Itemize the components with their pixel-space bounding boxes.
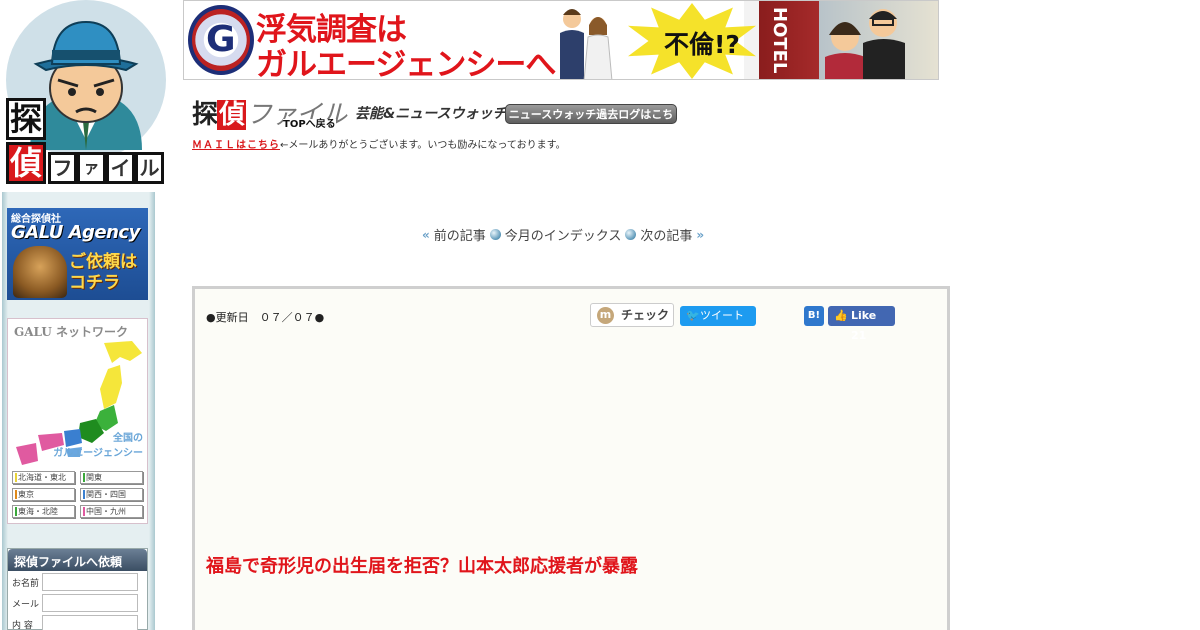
month-index-link[interactable]: 今月のインデックス [505,225,622,244]
tweet-label: ツイート [700,309,744,322]
mail-label: メール [12,600,40,610]
mail-line: ＭＡＩＬはこちら←メールありがとうございます。いつも励みになっております。 [192,136,566,151]
region-link-kanto[interactable]: 関東 [80,471,143,484]
double-chevron-right-icon: » [696,227,705,242]
logo-char-2: 偵 [6,142,46,184]
prev-article-link[interactable]: 前の記事 [434,225,486,244]
region-link-tokyo[interactable]: 東京 [12,488,75,501]
region-link-chugoku-kyushu[interactable]: 中国・九州 [80,505,143,518]
mail-note: ←メールありがとうございます。いつも励みになっております。 [280,140,566,151]
check-label: チェック [621,308,670,322]
double-chevron-left-icon: « [422,227,430,242]
site-title-part-1: 探 [192,100,218,130]
network-caption-line1: 全国の [113,433,143,444]
logo-kana-1: フ [48,152,77,184]
suspects-illustration-icon [825,9,905,79]
logo-kana-3: イ [106,152,135,184]
hotel-sign: HOTEL [769,7,790,74]
name-input[interactable] [42,573,138,591]
ad-banner[interactable]: G 浮気調査は ガルエージェンシーへ 不倫!? HOTEL [183,0,939,80]
article-headline: 福島で奇形児の出生届を拒否？山本太郎応援者が暴露 [206,556,638,577]
orb-icon [625,229,637,240]
network-caption: 全国の ガルエージェンシー [53,431,143,461]
network-title: GALU ネットワーク [14,325,128,339]
request-form: 探偵ファイルへ依頼 お名前 メール 内 容 [7,548,148,630]
network-caption-line2: ガルエージェンシー [53,448,143,459]
couple-illustration-icon [560,9,613,79]
top-back-link[interactable]: TOPへ戻る [283,119,336,131]
tweet-button[interactable]: 🐦 ツイート [680,306,756,326]
galu-agency-banner[interactable]: 総合探偵社 GALU Agency ご依頼は コチラ [7,208,148,300]
request-form-title: 探偵ファイルへ依頼 [8,549,147,571]
mail-link[interactable]: ＭＡＩＬはこちら [192,140,280,151]
agency-cta-line1: ご依頼は [69,252,137,272]
request-body-row: 内 容 [8,613,147,630]
mixi-icon: m [597,307,614,324]
body-input[interactable] [42,615,138,630]
logo-kana-4: ル [135,152,164,184]
article-nav: « 前の記事 今月のインデックス 次の記事 » [422,225,705,245]
article-panel: ●更新日 ０７／０７● m チェック 🐦 ツイート B! 👍 Like 21 福… [192,286,950,630]
logo-kana-2: ァ [77,152,106,184]
sidebar: 総合探偵社 GALU Agency ご依頼は コチラ GALU ネットワーク 全… [2,192,155,630]
next-article-link[interactable]: 次の記事 [640,225,692,244]
agency-name: GALU Agency [11,222,140,243]
galu-logo-icon: G [188,5,254,75]
hotel-scene-icon: HOTEL [759,1,938,79]
hatena-bookmark-button[interactable]: B! [804,306,824,326]
region-link-tokai-hokuriku[interactable]: 東海・北陸 [12,505,75,518]
archive-log-button[interactable]: ニュースウォッチ過去ログはこちら [505,104,677,140]
facebook-like-button[interactable]: 👍 Like 21 [828,306,895,342]
thumbs-up-icon: 👍 [834,309,848,322]
site-title-part-2: 偵 [217,100,247,130]
updated-date: ●更新日 ０７／０７● [206,311,325,324]
dog-mascot-icon [13,246,67,298]
request-mail-row: メール [8,592,147,613]
mail-input[interactable] [42,594,138,612]
page: 探 偵 フ ァ イ ル 総合探偵社 GALU Agency ご依頼は コチラ G… [0,0,1200,630]
ad-burst-text: 不倫!? [664,30,740,59]
site-logo[interactable]: 探 偵 フ ァ イ ル [0,0,172,190]
logo-char-1: 探 [6,98,46,140]
orb-icon [489,229,501,240]
section-label: 芸能&ニュースウォッチ [355,106,507,122]
ad-line-2: ガルエージェンシーへ [256,47,556,80]
mixi-check-button[interactable]: m チェック [590,303,674,327]
galu-logo-letter: G [206,19,236,60]
region-link-hokkaido-tohoku[interactable]: 北海道・東北 [12,471,75,484]
body-label: 内 容 [12,621,33,630]
agency-cta-line2: コチラ [69,273,120,293]
logo-kana: フ ァ イ ル [48,152,164,184]
twitter-bird-icon: 🐦 [686,309,700,322]
region-link-kansai-shikoku[interactable]: 関西・四国 [80,488,143,501]
request-name-row: お名前 [8,571,147,592]
like-label: Like 21 [851,309,877,342]
name-label: お名前 [12,579,40,589]
agency-cta: ご依頼は コチラ [69,252,137,294]
galu-network-panel: GALU ネットワーク 全国の ガルエージェンシー 北海道・東北 関東 東京 関… [7,318,148,524]
